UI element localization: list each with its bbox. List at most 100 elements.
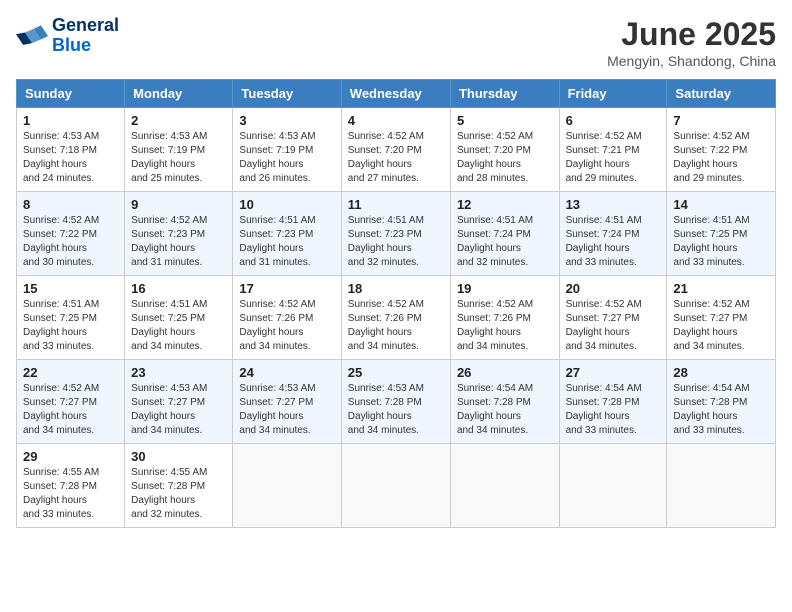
day-number: 19 [457,281,553,296]
cell-content: 25Sunrise: 4:53 AMSunset: 7:28 PMDayligh… [348,365,444,438]
cell-content: 7Sunrise: 4:52 AMSunset: 7:22 PMDaylight… [673,113,769,186]
calendar-cell: 11Sunrise: 4:51 AMSunset: 7:23 PMDayligh… [341,192,450,276]
day-number: 8 [23,197,118,212]
day-info: Sunrise: 4:52 AMSunset: 7:27 PMDaylight … [566,298,661,354]
calendar-cell: 10 Sunrise: 4:51 AMSunset: 7:23 PMDayligh… [233,192,341,276]
day-info: Sunrise: 4:52 AMSunset: 7:20 PMDaylight … [457,130,553,186]
day-info: Sunrise: 4:52 AMSunset: 7:20 PMDaylight … [348,130,444,186]
calendar-cell: 24 Sunrise: 4:53 AMSunset: 7:27 PMDayligh… [233,360,341,444]
logo-text: General Blue [52,16,119,56]
day-info: Sunrise: 4:52 AMSunset: 7:21 PMDaylight … [566,130,661,186]
cell-content: 2 Sunrise: 4:53 AMSunset: 7:19 PMDaylight… [131,113,226,186]
day-number: 24 [239,365,334,380]
calendar-header-cell: Tuesday [233,80,341,108]
cell-content: 17Sunrise: 4:52 AMSunset: 7:26 PMDayligh… [239,281,334,354]
cell-content: 13 Sunrise: 4:51 AMSunset: 7:24 PMDayligh… [566,197,661,270]
header: General Blue June 2025 Mengyin, Shandong… [16,16,776,69]
calendar-cell: 25Sunrise: 4:53 AMSunset: 7:28 PMDayligh… [341,360,450,444]
calendar-header-cell: Wednesday [341,80,450,108]
day-number: 26 [457,365,553,380]
day-info: Sunrise: 4:52 AMSunset: 7:23 PMDaylight … [131,214,226,270]
logo: General Blue [16,16,119,56]
calendar-cell: 7Sunrise: 4:52 AMSunset: 7:22 PMDaylight… [667,108,776,192]
calendar-cell: 2 Sunrise: 4:53 AMSunset: 7:19 PMDaylight… [125,108,233,192]
day-number: 7 [673,113,769,128]
day-info: Sunrise: 4:53 AMSunset: 7:19 PMDaylight … [131,130,226,186]
day-number: 10 [239,197,334,212]
calendar-cell: 12Sunrise: 4:51 AMSunset: 7:24 PMDayligh… [450,192,559,276]
cell-content: 1Sunrise: 4:53 AMSunset: 7:18 PMDaylight… [23,113,118,186]
cell-content: 10 Sunrise: 4:51 AMSunset: 7:23 PMDayligh… [239,197,334,270]
calendar-cell: 6 Sunrise: 4:52 AMSunset: 7:21 PMDaylight… [559,108,667,192]
calendar-row: 22 Sunrise: 4:52 AMSunset: 7:27 PMDayligh… [17,360,776,444]
day-number: 4 [348,113,444,128]
day-number: 30 [131,449,226,464]
day-number: 6 [566,113,661,128]
calendar-cell: 29Sunrise: 4:55 AMSunset: 7:28 PMDayligh… [17,444,125,528]
calendar-header-cell: Friday [559,80,667,108]
calendar-cell: 5Sunrise: 4:52 AMSunset: 7:20 PMDaylight… [450,108,559,192]
cell-content: 4 Sunrise: 4:52 AMSunset: 7:20 PMDaylight… [348,113,444,186]
day-info: Sunrise: 4:51 AMSunset: 7:23 PMDaylight … [239,214,334,270]
day-number: 16 [131,281,226,296]
cell-content: 21Sunrise: 4:52 AMSunset: 7:27 PMDayligh… [673,281,769,354]
logo-line1: General [52,16,119,36]
calendar-row: 29Sunrise: 4:55 AMSunset: 7:28 PMDayligh… [17,444,776,528]
month-title: June 2025 [607,16,776,53]
calendar-cell: 14Sunrise: 4:51 AMSunset: 7:25 PMDayligh… [667,192,776,276]
day-info: Sunrise: 4:53 AMSunset: 7:28 PMDaylight … [348,382,444,438]
calendar-cell: 20Sunrise: 4:52 AMSunset: 7:27 PMDayligh… [559,276,667,360]
day-info: Sunrise: 4:55 AMSunset: 7:28 PMDaylight … [131,466,226,522]
day-number: 28 [673,365,769,380]
calendar-cell: 21Sunrise: 4:52 AMSunset: 7:27 PMDayligh… [667,276,776,360]
cell-content: 14Sunrise: 4:51 AMSunset: 7:25 PMDayligh… [673,197,769,270]
cell-content: 11Sunrise: 4:51 AMSunset: 7:23 PMDayligh… [348,197,444,270]
day-info: Sunrise: 4:55 AMSunset: 7:28 PMDaylight … [23,466,118,522]
day-info: Sunrise: 4:53 AMSunset: 7:18 PMDaylight … [23,130,118,186]
day-number: 22 [23,365,118,380]
calendar-cell: 4 Sunrise: 4:52 AMSunset: 7:20 PMDaylight… [341,108,450,192]
cell-content: 29Sunrise: 4:55 AMSunset: 7:28 PMDayligh… [23,449,118,522]
day-info: Sunrise: 4:52 AMSunset: 7:27 PMDaylight … [23,382,118,438]
calendar-header-cell: Monday [125,80,233,108]
day-number: 21 [673,281,769,296]
day-info: Sunrise: 4:51 AMSunset: 7:23 PMDaylight … [348,214,444,270]
calendar-row: 8 Sunrise: 4:52 AMSunset: 7:22 PMDaylight… [17,192,776,276]
cell-content: 30 Sunrise: 4:55 AMSunset: 7:28 PMDayligh… [131,449,226,522]
day-info: Sunrise: 4:51 AMSunset: 7:25 PMDaylight … [131,298,226,354]
cell-content: 5Sunrise: 4:52 AMSunset: 7:20 PMDaylight… [457,113,553,186]
day-info: Sunrise: 4:54 AMSunset: 7:28 PMDaylight … [566,382,661,438]
calendar-cell: 26 Sunrise: 4:54 AMSunset: 7:28 PMDayligh… [450,360,559,444]
calendar-cell: 16 Sunrise: 4:51 AMSunset: 7:25 PMDayligh… [125,276,233,360]
cell-content: 6 Sunrise: 4:52 AMSunset: 7:21 PMDaylight… [566,113,661,186]
day-number: 14 [673,197,769,212]
day-info: Sunrise: 4:53 AMSunset: 7:27 PMDaylight … [131,382,226,438]
day-info: Sunrise: 4:51 AMSunset: 7:25 PMDaylight … [23,298,118,354]
calendar-cell [559,444,667,528]
calendar-header-cell: Saturday [667,80,776,108]
cell-content: 20Sunrise: 4:52 AMSunset: 7:27 PMDayligh… [566,281,661,354]
cell-content: 8 Sunrise: 4:52 AMSunset: 7:22 PMDaylight… [23,197,118,270]
day-info: Sunrise: 4:53 AMSunset: 7:27 PMDaylight … [239,382,334,438]
cell-content: 24 Sunrise: 4:53 AMSunset: 7:27 PMDayligh… [239,365,334,438]
day-info: Sunrise: 4:54 AMSunset: 7:28 PMDaylight … [457,382,553,438]
day-info: Sunrise: 4:52 AMSunset: 7:22 PMDaylight … [23,214,118,270]
calendar-header-cell: Thursday [450,80,559,108]
calendar-cell: 30 Sunrise: 4:55 AMSunset: 7:28 PMDayligh… [125,444,233,528]
calendar-cell: 19Sunrise: 4:52 AMSunset: 7:26 PMDayligh… [450,276,559,360]
calendar-header-cell: Sunday [17,80,125,108]
cell-content: 12Sunrise: 4:51 AMSunset: 7:24 PMDayligh… [457,197,553,270]
cell-content: 22 Sunrise: 4:52 AMSunset: 7:27 PMDayligh… [23,365,118,438]
day-info: Sunrise: 4:53 AMSunset: 7:19 PMDaylight … [239,130,334,186]
day-info: Sunrise: 4:52 AMSunset: 7:26 PMDaylight … [348,298,444,354]
cell-content: 26 Sunrise: 4:54 AMSunset: 7:28 PMDayligh… [457,365,553,438]
day-number: 13 [566,197,661,212]
logo-icon [16,20,48,52]
day-info: Sunrise: 4:51 AMSunset: 7:24 PMDaylight … [566,214,661,270]
day-number: 2 [131,113,226,128]
cell-content: 9Sunrise: 4:52 AMSunset: 7:23 PMDaylight… [131,197,226,270]
cell-content: 18Sunrise: 4:52 AMSunset: 7:26 PMDayligh… [348,281,444,354]
day-number: 3 [239,113,334,128]
calendar-cell: 27Sunrise: 4:54 AMSunset: 7:28 PMDayligh… [559,360,667,444]
calendar-row: 15Sunrise: 4:51 AMSunset: 7:25 PMDayligh… [17,276,776,360]
